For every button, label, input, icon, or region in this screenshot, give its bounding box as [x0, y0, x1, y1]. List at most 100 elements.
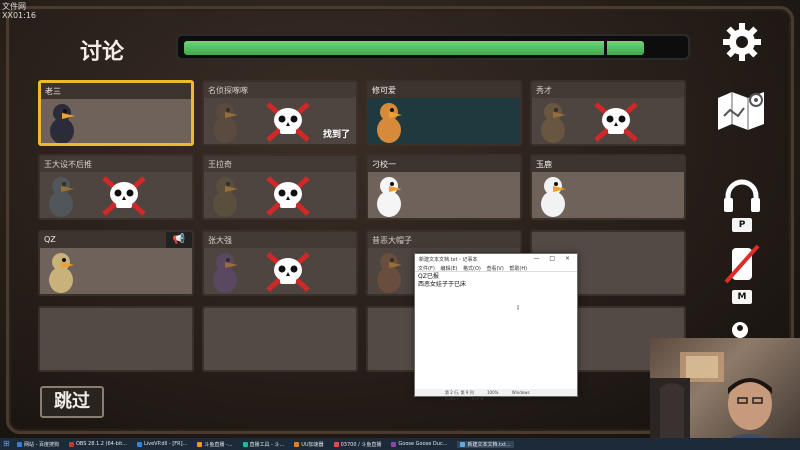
- taskbar-item[interactable]: 网站 - 百度搜狗: [17, 441, 59, 448]
- map-icon: [718, 92, 764, 130]
- webcam-overlay: [650, 338, 800, 450]
- player-card[interactable]: 名侦探啄啄找到了: [202, 80, 358, 146]
- taskbar-item[interactable]: 新建文本文档.txt...: [457, 440, 514, 448]
- status-position: 第 2 行, 第 9 列: [445, 390, 474, 395]
- text-cursor-icon: I: [517, 304, 520, 312]
- app-icon: [68, 441, 74, 447]
- goose-avatar-icon: [47, 101, 77, 143]
- timer-fill: [184, 41, 644, 55]
- notepad-statusbar: 第 2 行, 第 9 列 100% Windows (CRLF) UTF-8: [415, 389, 577, 401]
- notepad-window[interactable]: 新建文本文档.txt - 记事本 — □ × 文件(F) 编辑(E) 格式(O)…: [414, 253, 578, 401]
- player-card[interactable]: 修可爱: [366, 80, 522, 146]
- timer-marker: [604, 38, 607, 58]
- player-card[interactable]: 老三: [38, 80, 194, 146]
- microphone-button[interactable]: M: [722, 244, 762, 304]
- taskbar-item-label: OBS 28.1.2 (64-bit...: [75, 441, 127, 447]
- goose-avatar-icon: [210, 174, 240, 218]
- headphones-icon: [724, 179, 760, 212]
- megaphone-icon: 📢: [166, 232, 192, 248]
- discussion-timer: [176, 34, 690, 60]
- goose-avatar-icon: [538, 174, 568, 218]
- skull-icon: [264, 174, 312, 218]
- status-encoding: UTF-8: [471, 396, 484, 401]
- notepad-line: QZ已报: [418, 273, 439, 280]
- player-name: 老三: [41, 83, 191, 99]
- player-card[interactable]: 王大设不后推: [38, 154, 194, 220]
- taskbar-item-label: 新建文本文档.txt...: [467, 441, 511, 448]
- taskbar-item-label: UU加速器: [301, 441, 324, 448]
- page-title: 讨论: [80, 40, 125, 65]
- settings-button[interactable]: [720, 20, 764, 64]
- goose-avatar-icon: [538, 100, 568, 144]
- app-icon: [391, 441, 397, 447]
- goose-avatar-icon: [374, 174, 404, 218]
- map-button[interactable]: [714, 86, 770, 132]
- player-name: 刁校一: [368, 156, 520, 172]
- player-card-empty: [202, 306, 358, 372]
- user-icon: [732, 322, 748, 338]
- player-name: 王大设不后推: [40, 156, 192, 172]
- mic-muted-icon: [724, 244, 760, 284]
- taskbar-item-label: LiveVP.dll - [FR]...: [143, 441, 188, 447]
- player-card[interactable]: 张大强: [202, 230, 358, 296]
- notepad-title: 新建文本文档.txt - 记事本: [419, 257, 478, 263]
- taskbar-item[interactable]: OBS 28.1.2 (64-bit...: [68, 441, 127, 447]
- chat-button[interactable]: [726, 320, 754, 340]
- skull-icon: [100, 174, 148, 218]
- player-card-empty: [38, 306, 194, 372]
- windows-taskbar: ⊞ 网站 - 百度搜狗 OBS 28.1.2 (64-bit... LiveVP.d…: [0, 438, 800, 450]
- taskbar-item[interactable]: 03700 / 斗鱼直播: [333, 441, 382, 448]
- goose-avatar-icon: [46, 250, 76, 294]
- webcam-person-image: [650, 352, 790, 450]
- player-card[interactable]: 玉鹿: [530, 154, 686, 220]
- notepad-line: 西恶女娃子于已床: [418, 281, 467, 288]
- taskbar-item-label: 直播工具 - 斗...: [249, 441, 285, 448]
- skull-icon: [264, 250, 312, 294]
- taskbar-item[interactable]: 斗鱼直播 -...: [197, 441, 233, 448]
- taskbar-item-label: Goose Goose Duc...: [398, 441, 448, 447]
- headphones-button[interactable]: P: [722, 178, 762, 232]
- goose-avatar-icon: [210, 250, 240, 294]
- notepad-text-area[interactable]: QZ已报 西恶女娃子于已床: [417, 272, 575, 388]
- app-icon: [294, 441, 300, 447]
- player-card[interactable]: 秀才: [530, 80, 686, 146]
- player-name: 名侦探啄啄: [204, 82, 356, 98]
- player-name: 玉鹿: [532, 156, 684, 172]
- taskbar-item-label: 网站 - 百度搜狗: [24, 441, 59, 448]
- notepad-titlebar[interactable]: 新建文本文档.txt - 记事本 — □ ×: [415, 254, 577, 264]
- gear-icon: [723, 23, 761, 61]
- taskbar-item[interactable]: Goose Goose Duc...: [391, 441, 447, 447]
- app-icon: [197, 441, 203, 447]
- player-name: 昔恶大帽子: [368, 232, 520, 248]
- skull-icon: [592, 100, 640, 144]
- taskbar-item-label: 03700 / 斗鱼直播: [340, 441, 382, 448]
- goose-avatar-icon: [374, 100, 404, 144]
- notepad-menu: 文件(F) 编辑(E) 格式(O) 查看(V) 帮助(H): [415, 264, 577, 272]
- player-name: 秀才: [532, 82, 684, 98]
- goose-avatar-icon: [210, 100, 240, 144]
- taskbar-item[interactable]: UU加速器: [294, 441, 324, 448]
- app-icon: [242, 441, 248, 447]
- goose-avatar-icon: [46, 174, 76, 218]
- player-card[interactable]: 王拉奇: [202, 154, 358, 220]
- corner-tag: 文件网 XX01:16: [2, 2, 36, 20]
- app-icon: [333, 441, 339, 447]
- taskbar-item[interactable]: LiveVP.dll - [FR]...: [136, 441, 188, 447]
- goose-avatar-icon: [374, 250, 404, 294]
- mic-key: M: [732, 290, 752, 304]
- app-icon: [17, 441, 22, 447]
- taskbar-item[interactable]: 直播工具 - 斗...: [242, 441, 285, 448]
- app-icon: [460, 441, 466, 447]
- corner-tag-line2: XX01:16: [2, 11, 37, 20]
- player-card[interactable]: QZ 📢: [38, 230, 194, 296]
- headphones-key: P: [732, 218, 752, 232]
- player-name: 张大强: [204, 232, 356, 248]
- skip-button[interactable]: 跳过: [40, 386, 104, 418]
- skull-icon: [264, 100, 312, 144]
- player-card[interactable]: 刁校一: [366, 154, 522, 220]
- found-body-label: 找到了: [322, 130, 350, 140]
- window-controls[interactable]: — □ ×: [533, 255, 574, 262]
- windows-start-icon[interactable]: ⊞: [3, 439, 13, 449]
- app-icon: [136, 441, 142, 447]
- corner-tag-line1: 文件网: [2, 2, 26, 11]
